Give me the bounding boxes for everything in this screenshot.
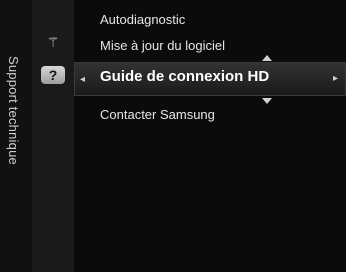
question-badge: ? <box>41 66 65 84</box>
menu-item-label: Contacter Samsung <box>100 106 215 122</box>
right-caret-icon: ▸ <box>332 73 338 84</box>
menu-item-label: Guide de connexion HD <box>100 68 270 85</box>
scroll-up-arrow <box>262 55 272 61</box>
menu-item-guide-connexion-hd[interactable]: ◂ Guide de connexion HD ▸ <box>74 62 346 96</box>
icon-column: ⚚ ? <box>32 0 74 272</box>
question-icon: ? <box>40 66 66 84</box>
menu-item-label: Autodiagnostic <box>100 11 186 27</box>
menu-area: Autodiagnostic Mise à jour du logiciel ◂… <box>74 0 346 272</box>
screen: Support technique ⚚ ? Autodiagnostic Mis… <box>0 0 346 272</box>
side-title: Support technique <box>6 56 21 165</box>
scroll-down-arrow <box>262 98 272 104</box>
self-diagnosis-glyph: ⚚ <box>46 33 60 50</box>
question-glyph: ? <box>48 67 58 83</box>
menu-item-mise-a-jour[interactable]: Mise à jour du logiciel <box>100 35 225 55</box>
menu-item-contacter-samsung[interactable]: Contacter Samsung <box>100 104 215 124</box>
menu-item-autodiagnostic[interactable]: Autodiagnostic <box>100 9 185 29</box>
self-diagnosis-icon: ⚚ <box>40 33 66 51</box>
side-strip: Support technique <box>0 0 32 272</box>
menu-item-label: Mise à jour du logiciel <box>100 37 226 53</box>
left-caret-icon: ◂ <box>80 74 86 85</box>
